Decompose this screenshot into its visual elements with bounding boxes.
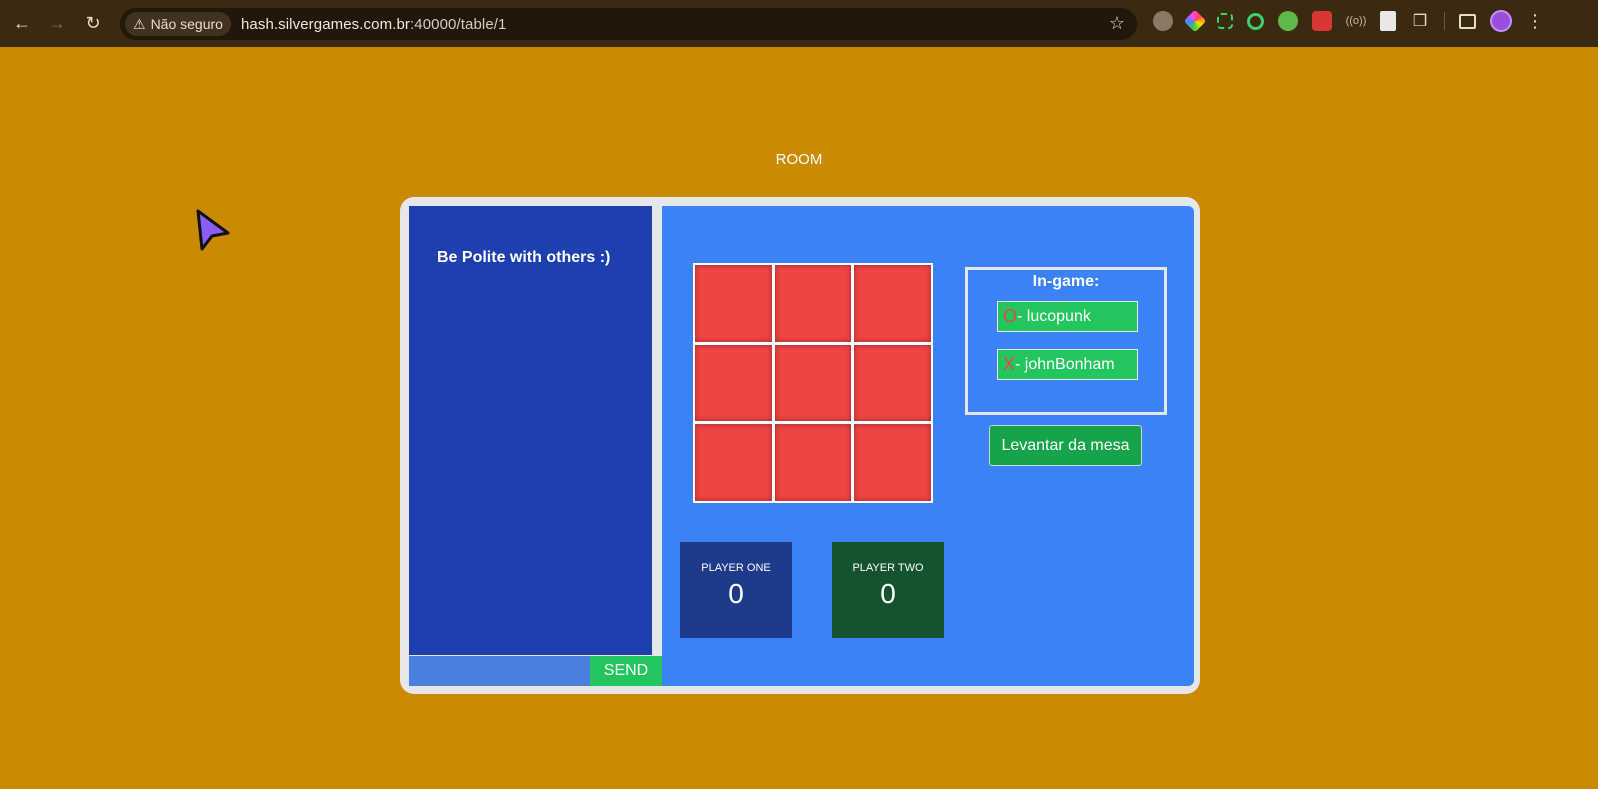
player-mark-x: X <box>1003 354 1016 374</box>
player-two-label: PLAYER TWO <box>852 562 924 574</box>
chat-input[interactable] <box>409 656 590 686</box>
room-title: ROOM <box>775 151 823 168</box>
reload-icon[interactable]: ↻ <box>79 9 107 37</box>
security-label: Não seguro <box>150 16 223 32</box>
in-game-players-box: In-game: O - lucopunk X - johnBonham <box>965 267 1167 415</box>
extensions-bar: ((o)) ❒ ⋮ <box>1153 9 1544 33</box>
player-one-score: 0 <box>728 578 744 609</box>
chat-panel: Be Polite with others :) <box>409 206 655 655</box>
security-indicator[interactable]: ⚠ Não seguro <box>125 12 231 36</box>
cursor-pointer-icon <box>196 209 230 251</box>
browser-toolbar: ← → ↻ ⚠ Não seguro hash.silvergames.com.… <box>0 0 1598 47</box>
extension-radio-icon[interactable]: ((o)) <box>1346 11 1367 31</box>
address-bar[interactable]: ⚠ Não seguro hash.silvergames.com.br:400… <box>120 8 1137 40</box>
extension-color-icon[interactable] <box>1183 9 1207 33</box>
extension-glasses-icon[interactable] <box>1153 11 1173 31</box>
url-text[interactable]: hash.silvergames.com.br:40000/table/1 <box>241 16 507 33</box>
player-entry-x: X - johnBonham <box>997 349 1138 380</box>
bookmark-star-icon[interactable]: ☆ <box>1109 13 1125 34</box>
board-cell[interactable] <box>854 344 931 422</box>
board-cell[interactable] <box>854 424 931 501</box>
warning-icon: ⚠ <box>133 15 146 32</box>
url-host: hash.silvergames.com.br <box>240 15 410 33</box>
board-cell[interactable] <box>695 424 772 501</box>
extension-puzzle-red-icon[interactable] <box>1312 11 1332 31</box>
send-button[interactable]: SEND <box>590 656 662 686</box>
extension-frog-icon[interactable] <box>1278 11 1298 31</box>
player-two-score-card: PLAYER TWO 0 <box>832 542 944 638</box>
extensions-puzzle-icon[interactable]: ❒ <box>1410 11 1430 31</box>
leave-table-button[interactable]: Levantar da mesa <box>989 425 1142 466</box>
board-cell[interactable] <box>854 265 931 342</box>
profile-avatar[interactable] <box>1490 10 1512 32</box>
in-game-title: In-game: <box>1032 273 1100 290</box>
board-cell[interactable] <box>774 424 852 501</box>
player-entry-o: O - lucopunk <box>997 301 1138 332</box>
back-icon[interactable]: ← <box>8 9 36 37</box>
chat-rule-message: Be Polite with others :) <box>437 249 611 266</box>
board-cell[interactable] <box>774 344 852 422</box>
toolbar-divider <box>1444 12 1445 30</box>
player-name: - lucopunk <box>1017 307 1091 325</box>
url-path: :40000/table/1 <box>409 15 507 33</box>
player-one-label: PLAYER ONE <box>701 562 771 574</box>
extension-screenshot-icon[interactable] <box>1217 13 1233 29</box>
board-cell[interactable] <box>695 344 772 422</box>
board-cell[interactable] <box>695 265 772 342</box>
browser-menu-icon[interactable]: ⋮ <box>1526 11 1544 32</box>
side-panel-icon[interactable] <box>1459 13 1476 29</box>
extension-sheet-icon[interactable] <box>1380 11 1396 31</box>
forward-icon[interactable]: → <box>43 9 71 37</box>
tic-tac-toe-board <box>693 263 933 503</box>
player-name: - johnBonham <box>1015 355 1115 373</box>
player-two-score: 0 <box>880 578 896 609</box>
board-cell[interactable] <box>774 265 852 342</box>
player-one-score-card: PLAYER ONE 0 <box>680 542 792 638</box>
extension-target-icon[interactable] <box>1247 12 1264 30</box>
player-mark-o: O <box>1003 306 1018 326</box>
